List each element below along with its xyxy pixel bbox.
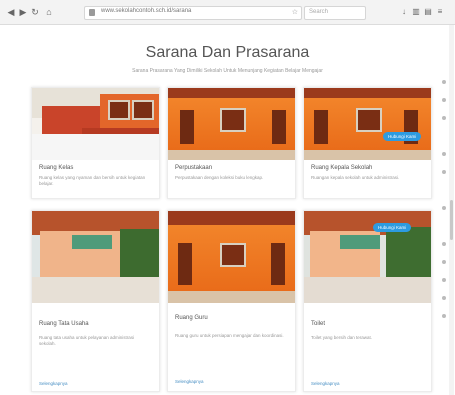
page-subtitle: Sarana Prasarana Yang Dimiliki Sekolah U… xyxy=(132,68,323,74)
facility-card[interactable]: Ruang Kelas Ruang kelas yang nyaman dan … xyxy=(31,87,160,199)
rail-dot[interactable] xyxy=(442,116,446,120)
facility-photo xyxy=(32,211,159,303)
facility-photo xyxy=(168,211,295,303)
library-icon[interactable]: ▥ xyxy=(412,7,420,16)
side-navigation-rail xyxy=(440,80,448,320)
scrollbar-thumb[interactable] xyxy=(450,200,453,240)
facility-photo xyxy=(304,211,431,303)
card-description: Ruang kelas yang nyaman dan bersih untuk… xyxy=(39,175,146,186)
facility-photo xyxy=(32,88,159,160)
read-more-link[interactable]: Selengkapnya xyxy=(175,379,204,384)
url-text: www.sekolahcontoh.sch.id/sarana xyxy=(101,8,192,14)
bookmark-icon[interactable]: ☆ xyxy=(292,8,298,16)
read-more-link[interactable]: Selengkapnya xyxy=(39,381,68,386)
card-title: Ruang Kelas xyxy=(39,165,74,171)
card-description: Ruang guru untuk persiapan mengajar dan … xyxy=(175,333,284,338)
rail-dot[interactable] xyxy=(442,242,446,246)
rail-dot[interactable] xyxy=(442,206,446,210)
page-title: Sarana Dan Prasarana xyxy=(145,44,310,61)
sidebar-icon[interactable]: ▤ xyxy=(424,7,432,16)
card-description: Ruangan kepala sekolah untuk administras… xyxy=(311,175,400,180)
search-input[interactable]: Search xyxy=(304,6,366,20)
rail-dot[interactable] xyxy=(442,296,446,300)
facility-photo xyxy=(304,88,431,160)
card-description: Perpustakaan dengan koleksi buku lengkap… xyxy=(175,175,264,180)
card-title: Ruang Guru xyxy=(175,315,208,321)
card-description: Toilet yang bersih dan terawat. xyxy=(311,335,373,340)
card-title: Ruang Kepala Sekolah xyxy=(311,165,373,171)
facility-card[interactable]: Perpustakaan Perpustakaan dengan koleksi… xyxy=(167,87,296,199)
address-bar[interactable]: www.sekolahcontoh.sch.id/sarana ☆ xyxy=(84,6,302,20)
forward-icon[interactable]: ▶ xyxy=(18,7,28,17)
facility-card[interactable]: Ruang Guru Ruang guru untuk persiapan me… xyxy=(167,210,296,392)
rail-dot[interactable] xyxy=(442,314,446,318)
rail-dot[interactable] xyxy=(442,80,446,84)
back-icon[interactable]: ◀ xyxy=(6,7,16,17)
facility-card[interactable]: Toilet Toilet yang bersih dan terawat. S… xyxy=(303,210,432,392)
rail-dot[interactable] xyxy=(442,170,446,174)
contact-chip[interactable]: Hubungi Kami xyxy=(383,132,422,141)
card-title: Ruang Tata Usaha xyxy=(39,321,89,327)
download-icon[interactable]: ↓ xyxy=(400,7,408,16)
facility-card[interactable]: Ruang Tata Usaha Ruang tata usaha untuk … xyxy=(31,210,160,392)
facility-card[interactable]: Ruang Kepala Sekolah Ruangan kepala seko… xyxy=(303,87,432,199)
home-icon[interactable]: ⌂ xyxy=(44,7,54,17)
card-description: Ruang tata usaha untuk pelayanan adminis… xyxy=(39,335,135,346)
search-placeholder: Search xyxy=(309,9,329,15)
lock-icon xyxy=(89,9,95,16)
contact-chip[interactable]: Hubungi Kami xyxy=(373,223,412,232)
menu-icon[interactable]: ≡ xyxy=(436,7,444,16)
rail-dot[interactable] xyxy=(442,260,446,264)
rail-dot[interactable] xyxy=(442,98,446,102)
reload-icon[interactable]: ↻ xyxy=(30,7,40,17)
browser-toolbar: ◀ ▶ ↻ ⌂ www.sekolahcontoh.sch.id/sarana … xyxy=(0,0,455,25)
rail-dot[interactable] xyxy=(442,278,446,282)
card-title: Toilet xyxy=(311,321,326,327)
read-more-link[interactable]: Selengkapnya xyxy=(311,381,340,386)
facility-photo xyxy=(168,88,295,160)
card-title: Perpustakaan xyxy=(175,165,213,171)
rail-dot[interactable] xyxy=(442,152,446,156)
